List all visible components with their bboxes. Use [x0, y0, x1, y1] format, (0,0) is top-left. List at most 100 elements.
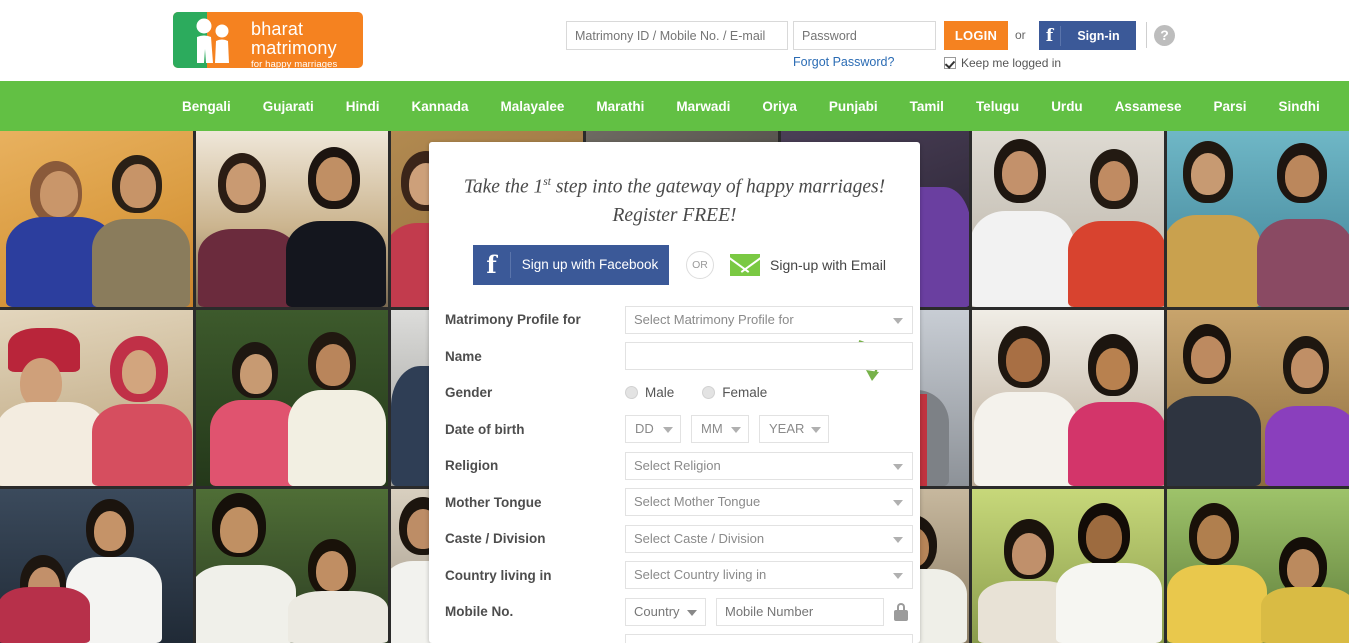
collage-photo [972, 310, 1164, 486]
password-input[interactable] [793, 21, 936, 50]
dob-year-value: YEAR [769, 421, 805, 437]
keep-me-logged-in-label: Keep me logged in [961, 56, 1062, 70]
login-button[interactable]: LOGIN [944, 21, 1008, 50]
keep-me-logged-in-checkbox[interactable] [944, 57, 956, 69]
email-input[interactable] [625, 634, 913, 643]
envelope-icon [730, 253, 760, 276]
chevron-down-icon [893, 317, 903, 324]
mother-tongue-value: Select Mother Tongue [634, 494, 761, 510]
chevron-down-icon [687, 609, 697, 616]
label-country-living-in: Country living in [445, 567, 552, 583]
keep-me-logged-in[interactable]: Keep me logged in [944, 56, 1061, 70]
radio-dot-female[interactable] [702, 386, 716, 400]
chevron-down-icon [893, 500, 903, 507]
dob-month-value: MM [701, 421, 723, 437]
login-area: Forgot Password? LOGIN or f Sign-in ? Ke… [0, 0, 1349, 81]
language-nav-list: Bengali Gujarati Hindi Kannada Malayalee… [182, 99, 1320, 114]
facebook-signup-label: Sign up with Facebook [521, 257, 659, 272]
matrimony-id-input[interactable] [566, 21, 788, 50]
collage-photo [972, 131, 1164, 307]
site-header: bharat matrimony for happy marriages For… [0, 0, 1349, 81]
lock-icon [894, 602, 908, 621]
nav-item-sindhi[interactable]: Sindhi [1279, 99, 1320, 114]
collage-photo [196, 131, 388, 307]
nav-item-urdu[interactable]: Urdu [1051, 99, 1083, 114]
nav-item-hindi[interactable]: Hindi [346, 99, 380, 114]
facebook-signin-button[interactable]: f Sign-in [1039, 21, 1136, 50]
signup-options-row: f Sign up with Facebook OR Sign-up with … [429, 244, 920, 381]
login-or-label: or [1015, 28, 1026, 42]
nav-item-assamese[interactable]: Assamese [1115, 99, 1182, 114]
facebook-signin-label: Sign-in [1077, 28, 1120, 43]
dob-day-value: DD [635, 421, 654, 437]
gender-radio-female[interactable]: Female [702, 385, 767, 400]
mobile-number-input[interactable] [716, 597, 884, 626]
religion-value: Select Religion [634, 457, 721, 473]
chevron-down-icon [731, 427, 741, 434]
forgot-password-link[interactable]: Forgot Password? [793, 55, 894, 69]
label-date-of-birth: Date of birth [445, 421, 525, 437]
form-row-date-of-birth: Date of birth DD MM YEAR [445, 411, 920, 448]
mobile-country-select[interactable]: Country [625, 597, 706, 626]
nav-item-parsi[interactable]: Parsi [1214, 99, 1247, 114]
nav-item-kannada[interactable]: Kannada [412, 99, 469, 114]
nav-item-telugu[interactable]: Telugu [976, 99, 1019, 114]
nav-item-malayalee[interactable]: Malayalee [501, 99, 565, 114]
nav-item-marwadi[interactable]: Marwadi [676, 99, 730, 114]
nav-item-oriya[interactable]: Oriya [762, 99, 797, 114]
form-row-country-living-in: Country living in Select Country living … [445, 557, 920, 594]
nav-item-bengali[interactable]: Bengali [182, 99, 231, 114]
language-nav-bar: Bengali Gujarati Hindi Kannada Malayalee… [0, 81, 1349, 131]
nav-item-punjabi[interactable]: Punjabi [829, 99, 878, 114]
gender-radio-group: Male Female [625, 385, 920, 400]
dob-month-select[interactable]: MM [691, 415, 749, 444]
gender-label-male: Male [645, 385, 675, 401]
tagline-part-b: step into the gateway of happy marriages… [550, 176, 886, 198]
label-mobile: Mobile No. [445, 604, 514, 620]
collage-photo [1167, 131, 1349, 307]
label-mother-tongue: Mother Tongue [445, 494, 542, 510]
chevron-down-icon [893, 573, 903, 580]
mobile-country-value: Country [634, 603, 680, 619]
profile-for-value: Select Matrimony Profile for [634, 311, 794, 327]
chevron-down-icon [663, 427, 673, 434]
email-signup-option[interactable]: Sign-up with Email [730, 253, 886, 276]
nav-item-marathi[interactable]: Marathi [596, 99, 644, 114]
registration-form: Matrimony Profile for Select Matrimony P… [429, 302, 920, 643]
collage-photo [196, 310, 388, 486]
chevron-down-icon [811, 427, 821, 434]
collage-photo [1167, 310, 1349, 486]
label-name: Name [445, 348, 482, 364]
mother-tongue-select[interactable]: Select Mother Tongue [625, 488, 913, 517]
nav-item-tamil[interactable]: Tamil [910, 99, 944, 114]
form-row-mobile: Mobile No. Country [445, 594, 920, 631]
form-row-gender: Gender Male Female [445, 375, 920, 412]
label-religion: Religion [445, 458, 499, 474]
form-row-profile-for: Matrimony Profile for Select Matrimony P… [445, 302, 920, 339]
religion-select[interactable]: Select Religion [625, 451, 913, 480]
gender-radio-male[interactable]: Male [625, 385, 674, 400]
form-row-email: E-mail ID [445, 630, 920, 643]
dob-day-select[interactable]: DD [625, 415, 681, 444]
country-living-in-select[interactable]: Select Country living in [625, 561, 913, 590]
chevron-down-icon [893, 536, 903, 543]
facebook-signup-button[interactable]: f Sign up with Facebook [473, 244, 669, 285]
email-signup-label: Sign-up with Email [770, 256, 886, 273]
caste-select[interactable]: Select Caste / Division [625, 524, 913, 553]
date-of-birth-group: DD MM YEAR [625, 415, 920, 444]
help-icon[interactable]: ? [1154, 25, 1175, 46]
radio-dot-male[interactable] [625, 386, 638, 400]
form-row-mother-tongue: Mother Tongue Select Mother Tongue [445, 484, 920, 521]
mobile-group: Country [625, 597, 920, 626]
label-gender: Gender [445, 385, 493, 401]
profile-for-select[interactable]: Select Matrimony Profile for [625, 305, 913, 334]
name-input[interactable] [625, 342, 913, 371]
or-badge: OR [686, 250, 714, 279]
nav-item-gujarati[interactable]: Gujarati [263, 99, 314, 114]
form-row-religion: Religion Select Religion [445, 448, 920, 485]
caste-value: Select Caste / Division [634, 530, 765, 546]
collage-photo [196, 489, 388, 643]
label-profile-for: Matrimony Profile for [445, 312, 581, 328]
collage-photo [0, 310, 193, 486]
dob-year-select[interactable]: YEAR [759, 415, 829, 444]
